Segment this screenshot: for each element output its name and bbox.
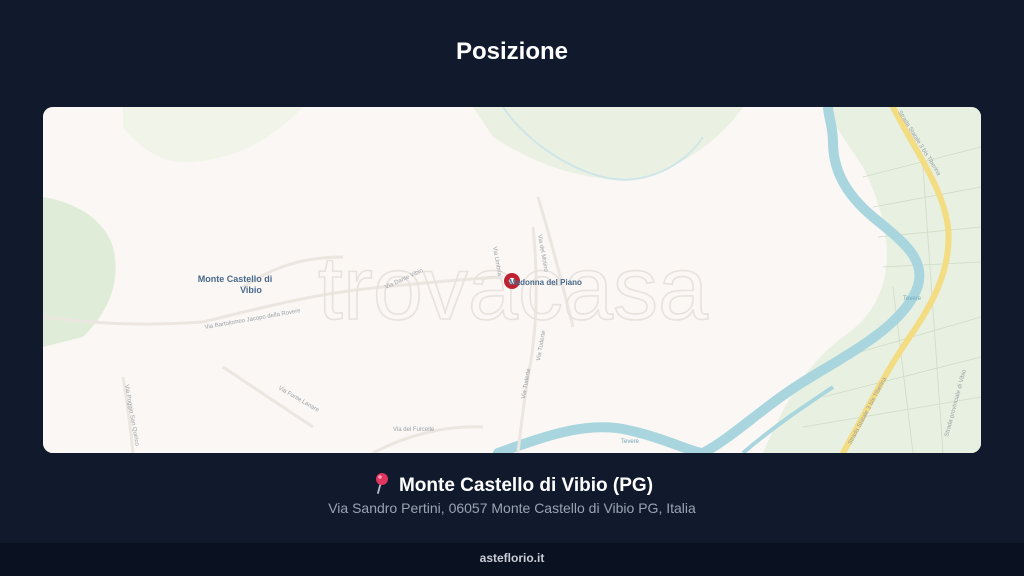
map-watermark: trovacasa <box>318 239 709 339</box>
town-label-line1: Monte Castello di <box>198 274 273 284</box>
location-name-row: Monte Castello di Vibio (PG) <box>0 472 1024 497</box>
location-address: Via Sandro Pertini, 06057 Monte Castello… <box>328 500 696 516</box>
marker-label: Madonna del Piano <box>509 278 582 287</box>
river-label-tevere-2: Tevere <box>903 296 922 302</box>
location-name: Monte Castello di Vibio (PG) <box>398 475 654 496</box>
page-title: Posizione <box>455 38 569 65</box>
map-view[interactable]: trovacasa Monte Castello di Vibio Via Ba… <box>43 107 981 453</box>
footer-site-link[interactable]: asteflorio.it <box>0 551 1024 565</box>
round-pushpin-icon <box>375 473 388 494</box>
town-label-line2: Vibio <box>240 285 262 295</box>
road-label-furcelle: Via del Furcelle <box>393 427 435 433</box>
river-label-tevere-1: Tevere <box>621 439 640 445</box>
